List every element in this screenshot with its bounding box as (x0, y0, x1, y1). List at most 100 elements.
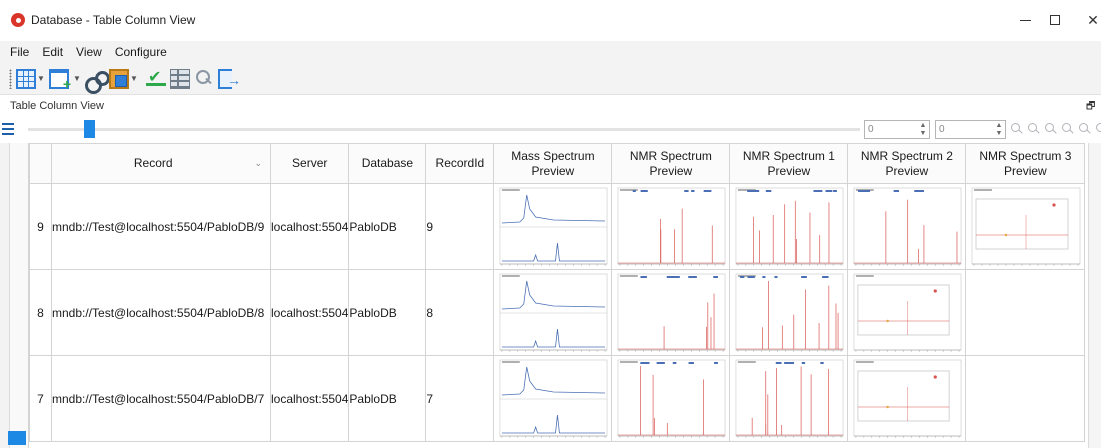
clipboard-icon (109, 68, 129, 89)
toolbar-grip[interactable] (9, 68, 12, 89)
nmr-spectrum-thumbnail (736, 359, 844, 438)
nmr-spectrum-thumbnail (618, 273, 726, 352)
preview-cell[interactable] (965, 269, 1086, 356)
clipboard-button[interactable]: ▼ (109, 67, 138, 91)
preview-cell[interactable] (965, 355, 1086, 442)
zoom-tools (1010, 122, 1101, 136)
database-cell[interactable]: PabloDB (348, 269, 427, 356)
record-cell[interactable]: mndb://Test@localhost:5504/PabloDB/8 (51, 269, 271, 356)
chevron-down-icon[interactable]: ⌄ (254, 156, 262, 171)
pin-icon[interactable]: 🗗 (1086, 99, 1095, 116)
zoom-reset-icon[interactable] (1095, 122, 1101, 136)
preview-cell[interactable] (729, 183, 849, 270)
grid-button[interactable] (170, 67, 190, 91)
chevron-down-icon[interactable]: ▼ (130, 74, 138, 83)
mass-spectrum-thumbnail (500, 187, 608, 266)
spin-arrows-icon[interactable]: ▲ ▼ (995, 122, 1003, 138)
settings-gears-icon (85, 69, 110, 94)
preview-cell[interactable] (611, 183, 731, 270)
preview-cell[interactable] (493, 183, 613, 270)
preview-cell[interactable] (965, 183, 1086, 270)
hamburger-menu-icon[interactable] (2, 123, 14, 135)
table-row[interactable]: 9 mndb://Test@localhost:5504/PabloDB/9 loc… (29, 183, 1086, 270)
server-cell[interactable]: localhost:5504 (269, 355, 350, 442)
nmr-spectrum-thumbnail (854, 359, 962, 438)
spin-arrows-icon[interactable]: ▲ ▼ (919, 122, 927, 138)
server-cell[interactable]: localhost:5504 (269, 183, 350, 270)
nmr-spectrum-thumbnail (618, 187, 726, 266)
nmr-spectrum-thumbnail (618, 359, 726, 438)
column-header-record[interactable]: Record ⌄ (51, 143, 271, 184)
table-view-button[interactable]: ▼ (16, 67, 45, 91)
preview-cell[interactable] (847, 355, 967, 442)
recordid-cell[interactable]: 8 (425, 269, 495, 356)
zoom-x-icon[interactable] (1044, 122, 1058, 136)
column-header-database[interactable]: Database (348, 143, 427, 184)
menu-configure[interactable]: Configure (110, 45, 172, 59)
zoom-y-icon[interactable] (1061, 122, 1075, 136)
recordid-cell[interactable]: 9 (425, 183, 495, 270)
preview-cell[interactable] (611, 269, 731, 356)
preview-cell[interactable] (847, 269, 967, 356)
column-header-mass-preview[interactable]: Mass Spectrum Preview (493, 143, 613, 184)
chevron-down-icon[interactable]: ▼ (37, 74, 45, 83)
corner-cell[interactable] (29, 143, 52, 184)
right-scroll-gap[interactable] (1088, 143, 1101, 448)
toolbar: ▼ ▼ ▼ (0, 63, 1101, 95)
spin-box-b[interactable]: 0 ▲ ▼ (935, 120, 1006, 139)
zoom-slider-bar: 0 ▲ ▼ 0 ▲ ▼ (0, 117, 1101, 143)
nmr-spectrum-thumbnail (736, 187, 844, 266)
server-cell[interactable]: localhost:5504 (269, 269, 350, 356)
column-header-recordid[interactable]: RecordId (425, 143, 495, 184)
preview-cell[interactable] (729, 269, 849, 356)
column-header-label: Record (133, 156, 173, 170)
table-row[interactable]: 7 mndb://Test@localhost:5504/PabloDB/7 loc… (29, 355, 1086, 442)
row-index[interactable]: 7 (29, 355, 52, 442)
column-header-nmr1-preview[interactable]: NMR Spectrum 1 Preview (729, 143, 849, 184)
record-cell[interactable]: mndb://Test@localhost:5504/PabloDB/7 (51, 355, 271, 442)
new-window-button[interactable]: ▼ (49, 67, 81, 92)
close-icon: ✕ (1087, 11, 1099, 28)
recordid-cell[interactable]: 7 (425, 355, 495, 442)
chevron-down-icon[interactable]: ▼ (73, 74, 81, 83)
search-user-icon (194, 69, 214, 89)
column-header-nmr3-preview[interactable]: NMR Spectrum 3 Preview (965, 143, 1086, 184)
database-cell[interactable]: PabloDB (348, 355, 427, 442)
column-header-nmr-preview[interactable]: NMR Spectrum Preview (611, 143, 731, 184)
row-index[interactable]: 8 (29, 269, 52, 356)
zoom-in-icon[interactable] (1010, 122, 1024, 136)
exit-icon (218, 68, 241, 89)
scroll-marker[interactable] (8, 431, 26, 445)
left-scroll-rail[interactable] (0, 143, 10, 448)
database-cell[interactable]: PabloDB (348, 183, 427, 270)
record-cell[interactable]: mndb://Test@localhost:5504/PabloDB/9 (51, 183, 271, 270)
nmr-spectrum-thumbnail (854, 187, 962, 266)
settings-button[interactable] (85, 67, 110, 94)
exit-button[interactable] (218, 67, 241, 91)
zoom-fit-icon[interactable] (1078, 122, 1092, 136)
zoom-out-icon[interactable] (1027, 122, 1041, 136)
spin-box-a[interactable]: 0 ▲ ▼ (864, 120, 930, 139)
grid-icon (170, 68, 190, 89)
table-row[interactable]: 8 mndb://Test@localhost:5504/PabloDB/8 loc… (29, 269, 1086, 356)
menu-file[interactable]: File (5, 45, 34, 59)
slider-thumb[interactable] (84, 120, 95, 138)
close-button[interactable]: ✕ (1070, 0, 1101, 40)
row-index[interactable]: 9 (29, 183, 52, 270)
menu-edit[interactable]: Edit (37, 45, 68, 59)
preview-cell[interactable] (493, 269, 613, 356)
column-header-server[interactable]: Server (269, 143, 350, 184)
preview-cell[interactable] (847, 183, 967, 270)
row-header-strip (10, 143, 29, 448)
slider-track[interactable] (28, 128, 860, 131)
search-user-button[interactable] (194, 67, 214, 91)
preview-cell[interactable] (611, 355, 731, 442)
preview-cell[interactable] (493, 355, 613, 442)
window-title: Database - Table Column View (31, 13, 196, 27)
menu-view[interactable]: View (71, 45, 107, 59)
spin-box-a-value: 0 (868, 124, 874, 135)
column-header-nmr2-preview[interactable]: NMR Spectrum 2 Preview (847, 143, 967, 184)
preview-cell[interactable] (729, 355, 849, 442)
table-grid-area: Record ⌄ Server Database RecordId Mass Sp… (0, 143, 1101, 448)
check-button[interactable] (146, 67, 166, 91)
